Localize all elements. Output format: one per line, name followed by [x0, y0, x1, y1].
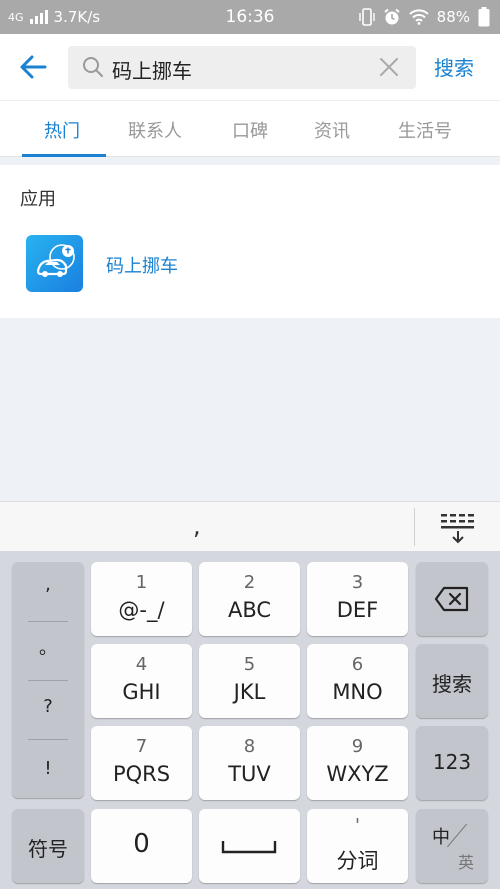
key-number: 2 — [243, 572, 256, 593]
search-input[interactable]: 码上挪车 — [68, 46, 416, 89]
space-icon — [221, 841, 277, 854]
key-5[interactable]: 5 JKL — [199, 644, 300, 718]
key-letters: ABC — [227, 598, 272, 622]
punct-divider — [28, 680, 68, 681]
ime-candidate-bar: , — [0, 501, 500, 551]
key-letters: DEF — [336, 598, 379, 622]
backspace-key[interactable] — [416, 562, 488, 636]
clear-icon[interactable] — [378, 56, 400, 78]
key-letters: GHI — [122, 680, 161, 704]
key-0[interactable]: 0 — [91, 809, 192, 883]
split-label: 分词 — [336, 849, 379, 873]
key-letters: WXYZ — [326, 762, 389, 786]
key-3[interactable]: 3 DEF — [307, 562, 408, 636]
key-number: 1 — [135, 572, 148, 593]
punct-question[interactable]: ? — [12, 696, 84, 755]
search-results: 应用 码上挪车 — [0, 165, 500, 318]
tab-news[interactable]: 资讯 — [314, 117, 350, 143]
search-header: 码上挪车 搜索 — [0, 34, 500, 100]
app-name[interactable]: 码上挪车 — [106, 252, 178, 278]
result-app-item[interactable]: 码上挪车 — [0, 225, 500, 305]
backspace-icon — [434, 586, 469, 612]
language-en: 英 — [458, 853, 475, 872]
punct-divider — [28, 621, 68, 622]
tab-koubei[interactable]: 口碑 — [232, 117, 268, 143]
status-right: 88% — [358, 7, 490, 27]
split-top-label: ' — [355, 815, 360, 836]
punct-divider — [28, 739, 68, 740]
key-number: 3 — [351, 572, 364, 593]
zero-label: 0 — [133, 829, 150, 859]
key-number: 6 — [351, 654, 364, 675]
key-letters: @-_/ — [118, 598, 165, 622]
back-arrow-icon[interactable] — [18, 52, 48, 82]
key-letters: PQRS — [112, 762, 171, 786]
key-7[interactable]: 7 PQRS — [91, 726, 192, 800]
split-word-key[interactable]: ' 分词 — [307, 809, 408, 883]
number-mode-key[interactable]: 123 — [416, 726, 488, 800]
car-app-icon[interactable] — [26, 235, 83, 292]
vibrate-icon — [358, 8, 375, 26]
search-key-label: 搜索 — [432, 672, 472, 696]
key-9[interactable]: 9 WXYZ — [307, 726, 408, 800]
punct-comma[interactable]: , — [12, 574, 84, 633]
candidate-word[interactable]: , — [193, 512, 201, 540]
key-8[interactable]: 8 TUV — [199, 726, 300, 800]
keyboard-collapse-icon[interactable] — [438, 512, 478, 544]
ime-keyboard: , 。 ? ! 1 @-_/ 2 ABC 3 DEF 4 GHI 5 JKL 6… — [0, 551, 500, 889]
space-key[interactable] — [199, 809, 300, 883]
active-tab-indicator — [22, 154, 106, 157]
punct-period[interactable]: 。 — [12, 634, 84, 693]
category-tabs: 热门 联系人 口碑 资讯 生活号 — [0, 100, 500, 157]
symbols-key[interactable]: 符号 — [12, 809, 84, 883]
key-number: 4 — [135, 654, 148, 675]
key-2[interactable]: 2 ABC — [199, 562, 300, 636]
key-letters: TUV — [228, 762, 271, 786]
tab-contacts[interactable]: 联系人 — [128, 117, 182, 143]
key-letters: JKL — [233, 680, 266, 704]
punctuation-column: , 。 ? ! — [12, 562, 84, 798]
candidate-divider — [414, 508, 415, 546]
key-6[interactable]: 6 MNO — [307, 644, 408, 718]
search-button[interactable]: 搜索 — [434, 52, 474, 81]
status-bar: 4G 3.7K/s 16:36 88% — [0, 0, 500, 34]
language-toggle-key[interactable]: 中 英 — [416, 809, 488, 883]
key-1[interactable]: 1 @-_/ — [91, 562, 192, 636]
wifi-icon — [408, 9, 429, 25]
search-key[interactable]: 搜索 — [416, 644, 488, 718]
key-letters: MNO — [332, 680, 383, 704]
key-number: 5 — [243, 654, 256, 675]
key-number: 9 — [351, 736, 364, 757]
number-mode-label: 123 — [432, 750, 472, 774]
alarm-icon — [384, 8, 400, 25]
tab-hot[interactable]: 热门 — [44, 117, 80, 143]
search-query[interactable]: 码上挪车 — [112, 55, 192, 84]
section-title: 应用 — [20, 189, 56, 210]
battery-icon — [478, 7, 490, 27]
tab-lifestyle-account[interactable]: 生活号 — [398, 117, 452, 143]
key-number: 8 — [243, 736, 256, 757]
key-4[interactable]: 4 GHI — [91, 644, 192, 718]
battery-level: 88% — [436, 8, 470, 26]
key-number: 7 — [135, 736, 148, 757]
search-icon — [83, 57, 103, 77]
symbols-label: 符号 — [28, 837, 68, 861]
